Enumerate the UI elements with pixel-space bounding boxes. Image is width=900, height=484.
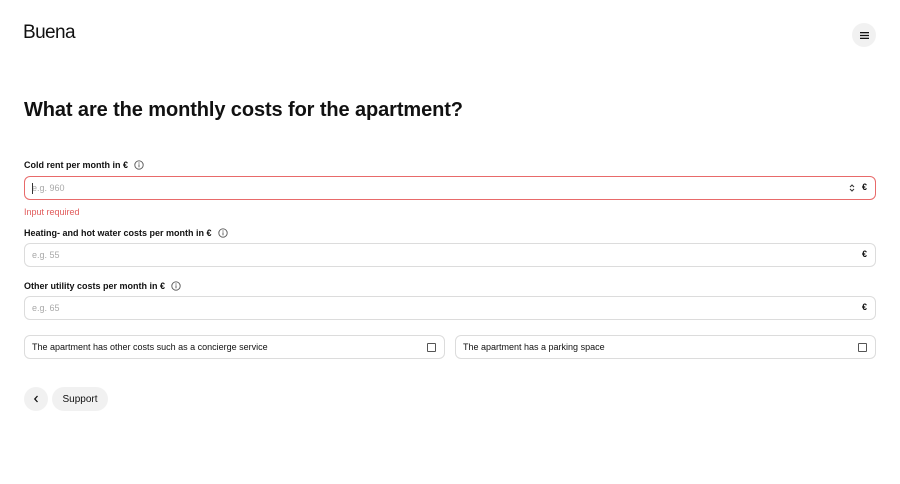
euro-suffix: € <box>861 302 867 312</box>
utility-costs-field[interactable]: € <box>24 296 876 320</box>
heating-costs-label: Heating- and hot water costs per month i… <box>24 228 228 238</box>
utility-costs-input[interactable] <box>25 297 875 319</box>
utility-costs-label: Other utility costs per month in € <box>24 281 181 291</box>
parking-space-checkbox-card[interactable]: The apartment has a parking space <box>455 335 876 359</box>
cold-rent-field[interactable]: € <box>24 176 876 200</box>
euro-suffix: € <box>861 249 867 259</box>
heating-costs-input[interactable] <box>25 244 875 266</box>
text-cursor <box>32 183 33 194</box>
error-message: Input required <box>24 207 80 217</box>
info-icon[interactable] <box>134 160 144 170</box>
logo[interactable]: Buena <box>23 22 76 44</box>
cold-rent-label: Cold rent per month in € <box>24 160 144 170</box>
info-icon[interactable] <box>217 228 228 238</box>
info-icon[interactable] <box>171 281 181 291</box>
other-costs-checkbox-card[interactable]: The apartment has other costs such as a … <box>24 335 445 359</box>
page-title: What are the monthly costs for the apart… <box>24 99 463 121</box>
heating-costs-label-text: Heating- and hot water costs per month i… <box>24 228 212 238</box>
back-button[interactable] <box>24 387 48 411</box>
euro-suffix: € <box>861 182 867 192</box>
other-costs-checkbox-label: The apartment has other costs such as a … <box>32 342 268 352</box>
hamburger-menu-icon <box>859 31 869 39</box>
support-button[interactable]: Support <box>52 387 108 411</box>
heating-costs-field[interactable]: € <box>24 243 876 267</box>
number-stepper-icon[interactable] <box>849 183 855 193</box>
parking-space-checkbox-label: The apartment has a parking space <box>463 342 605 352</box>
utility-costs-label-text: Other utility costs per month in € <box>24 281 166 291</box>
chevron-left-icon <box>33 395 38 403</box>
other-costs-checkbox[interactable] <box>427 342 436 352</box>
cold-rent-input[interactable] <box>25 177 875 199</box>
cold-rent-label-text: Cold rent per month in € <box>24 160 129 170</box>
parking-space-checkbox[interactable] <box>858 342 867 352</box>
menu-button[interactable] <box>852 23 876 47</box>
